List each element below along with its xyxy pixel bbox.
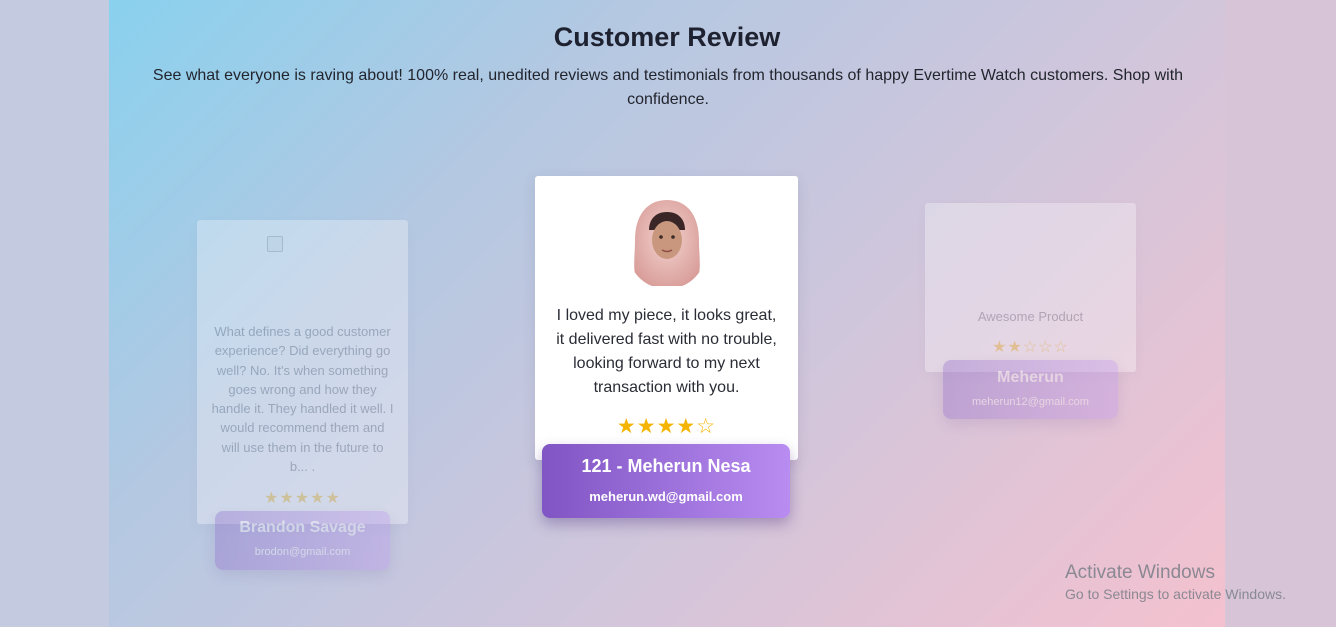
reviewer-email: brodon@gmail.com [254, 546, 351, 558]
reviewer-name: 121 - Meherun Nesa [581, 456, 751, 476]
review-card-left[interactable]: What defines a good customer experience?… [197, 220, 408, 524]
reviewer-name: Brandon Savage [239, 519, 366, 536]
star-rating: ★★★★★ [264, 490, 341, 507]
reviewer-email: meherun.wd@gmail.com [589, 489, 743, 504]
review-text: What defines a good customer experience?… [211, 324, 394, 475]
section-title: Customer Review [553, 22, 781, 52]
watermark-subtitle: Go to Settings to activate Windows. [1065, 586, 1286, 602]
reviewer-avatar [627, 196, 707, 288]
review-card-right[interactable]: Awesome Product ★★☆☆☆ [925, 203, 1136, 372]
page-margin-right [1225, 0, 1336, 627]
broken-image-icon [267, 236, 283, 252]
star-rating: ★★☆☆☆ [992, 339, 1069, 356]
page-margin-left [0, 0, 109, 627]
review-text: I loved my piece, it looks great, it del… [556, 307, 777, 396]
reviewer-email: meherun12@gmail.com [972, 396, 1089, 408]
reviewer-badge-right: Meherun meherun12@gmail.com [943, 360, 1118, 419]
reviewer-name: Meherun [997, 369, 1064, 386]
review-text: Awesome Product [977, 309, 1084, 324]
watermark-title: Activate Windows [1065, 562, 1215, 583]
section-subtitle: See what everyone is raving about! 100% … [152, 67, 1184, 108]
reviewer-badge-left: Brandon Savage brodon@gmail.com [215, 511, 390, 570]
activate-windows-watermark: Activate Windows Go to Settings to activ… [1065, 562, 1286, 602]
star-rating: ★★★★☆ [616, 415, 717, 438]
review-card-center[interactable]: I loved my piece, it looks great, it del… [535, 176, 798, 460]
reviewer-badge-center: 121 - Meherun Nesa meherun.wd@gmail.com [542, 444, 790, 518]
